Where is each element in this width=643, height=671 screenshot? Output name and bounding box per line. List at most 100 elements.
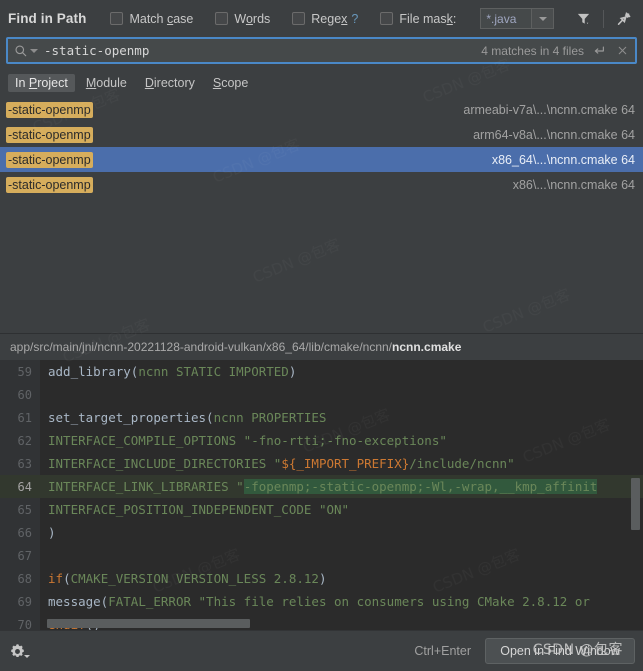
result-path: x86_64\...\ncnn.cmake 64 <box>491 152 635 167</box>
checkbox-words[interactable]: Words <box>215 12 270 26</box>
code-line: 62 INTERFACE_COMPILE_OPTIONS "-fno-rtti;… <box>0 429 643 452</box>
code-line: 63 INTERFACE_INCLUDE_DIRECTORIES "${_IMP… <box>0 452 643 475</box>
match-text: -static-openmp <box>6 126 93 143</box>
code-preview[interactable]: 59 add_library(ncnn STATIC IMPORTED) 60 61 s… <box>0 360 643 630</box>
code-line: 67 <box>0 544 643 567</box>
checkbox-label: Match case <box>129 11 194 26</box>
checkbox-label: Regex <box>311 11 348 26</box>
code-token: /include/ncnn" <box>409 456 515 471</box>
code-line: 59 add_library(ncnn STATIC IMPORTED) <box>0 360 643 383</box>
code-token: INTERFACE_LINK_LIBRARIES <box>48 479 237 494</box>
match-text: -static-openmp <box>6 101 93 118</box>
code-line: 60 <box>0 383 643 406</box>
code-text: INTERFACE_LINK_LIBRARIES "-fopenmp;-stat… <box>40 479 598 494</box>
tab-scope[interactable]: Scope <box>206 74 255 92</box>
checkbox-box[interactable] <box>110 12 124 25</box>
code-token: ) <box>48 525 56 540</box>
settings-button[interactable] <box>8 639 32 663</box>
line-number: 59 <box>17 364 32 379</box>
code-text: add_library(ncnn STATIC IMPORTED) <box>40 364 296 379</box>
checkbox-box[interactable] <box>215 12 229 25</box>
code-line: 61 set_target_properties(ncnn PROPERTIES <box>0 406 643 429</box>
line-number: 61 <box>17 410 32 425</box>
code-token: INTERFACE_COMPILE_OPTIONS <box>48 433 244 448</box>
code-token: set_target_properties( <box>48 410 214 425</box>
filter-button[interactable] <box>572 8 594 30</box>
scope-tabs: In Project Module Directory Scope <box>0 69 643 97</box>
line-number: 63 <box>17 456 32 471</box>
table-row[interactable]: -static-openmp armeabi-v7a\...\ncnn.cmak… <box>0 97 643 122</box>
file-mask-dropdown-button[interactable] <box>532 8 555 29</box>
search-icon[interactable] <box>14 44 28 58</box>
table-row[interactable]: -static-openmp x86_64\...\ncnn.cmake 64 <box>0 147 643 172</box>
pin-button[interactable] <box>613 8 635 30</box>
line-number: 66 <box>17 525 32 540</box>
page-title: Find in Path <box>8 11 87 26</box>
filter-icon <box>577 13 589 24</box>
tab-module[interactable]: Module <box>79 74 134 92</box>
match-count-label: 4 matches in 4 files <box>481 43 584 58</box>
code-token: ( <box>63 571 71 586</box>
code-text: set_target_properties(ncnn PROPERTIES <box>40 410 326 425</box>
line-number: 67 <box>17 548 32 563</box>
code-token: ) <box>318 571 327 586</box>
line-number: 64 <box>17 479 32 494</box>
results-empty-space <box>0 265 643 333</box>
code-lines: 59 add_library(ncnn STATIC IMPORTED) 60 61 s… <box>0 360 643 630</box>
search-history-chevron-icon[interactable] <box>30 48 38 53</box>
result-path: armeabi-v7a\...\ncnn.cmake 64 <box>463 102 635 117</box>
code-line: 64 INTERFACE_LINK_LIBRARIES "-fopenmp;-s… <box>0 475 643 498</box>
chevron-down-icon <box>538 16 547 21</box>
code-token: "ON" <box>318 502 350 517</box>
checkbox-regex[interactable]: Regex ? <box>292 12 358 26</box>
code-line: 66) <box>0 521 643 544</box>
chevron-down-icon <box>23 654 30 658</box>
search-row: -static-openmp 4 matches in 4 files <box>0 37 643 69</box>
clear-search-button[interactable] <box>615 44 629 58</box>
code-token: INTERFACE_INCLUDE_DIRECTORIES <box>48 456 274 471</box>
file-mask-value[interactable]: *.java <box>480 8 533 29</box>
new-line-icon[interactable] <box>592 44 606 58</box>
checkbox-box[interactable] <box>292 12 306 25</box>
checkbox-box[interactable] <box>380 12 394 25</box>
file-mask-combo[interactable]: *.java <box>480 8 555 29</box>
table-row[interactable]: -static-openmp x86\...\ncnn.cmake 64 <box>0 172 643 197</box>
checkbox-match-case[interactable]: Match case <box>110 12 193 26</box>
code-token: ) <box>288 364 297 379</box>
search-field[interactable]: -static-openmp 4 matches in 4 files <box>6 37 637 64</box>
code-token: FATAL_ERROR <box>108 594 199 609</box>
code-text: if(CMAKE_VERSION VERSION_LESS 2.8.12) <box>40 571 326 586</box>
checkbox-file-mask[interactable]: File mask: <box>380 12 456 26</box>
code-token: if <box>48 571 64 586</box>
regex-help-icon[interactable]: ? <box>351 12 358 26</box>
find-toolbar: Find in Path Match case Words Regex ? Fi… <box>0 0 643 37</box>
code-text: message(FATAL_ERROR "This file relies on… <box>40 594 590 609</box>
code-token: "This file relies on consumers using CMa… <box>198 594 590 609</box>
dialog-footer: Ctrl+Enter Open in Find Window <box>0 630 643 671</box>
code-token: ${_IMPORT_PREFIX} <box>281 456 410 471</box>
code-token: ncnn PROPERTIES <box>213 410 327 425</box>
breadcrumb[interactable]: app/src/main/jni/ncnn-20221128-android-v… <box>0 334 643 360</box>
breadcrumb-filename: ncnn.cmake <box>392 340 462 354</box>
search-input[interactable]: -static-openmp <box>44 43 481 58</box>
result-path: x86\...\ncnn.cmake 64 <box>512 177 635 192</box>
tab-directory[interactable]: Directory <box>138 74 202 92</box>
code-text: ) <box>40 525 56 540</box>
code-token: ncnn STATIC IMPORTED <box>138 364 289 379</box>
results-list[interactable]: -static-openmp armeabi-v7a\...\ncnn.cmak… <box>0 97 643 265</box>
code-token: message( <box>48 594 109 609</box>
open-in-find-window-button[interactable]: Open in Find Window <box>485 638 635 664</box>
line-number: 62 <box>17 433 32 448</box>
vertical-scrollbar[interactable] <box>631 478 640 530</box>
code-line: 68 if(CMAKE_VERSION VERSION_LESS 2.8.12) <box>0 567 643 590</box>
code-token: "-fno-rtti;-fno-exceptions" <box>243 433 447 448</box>
code-line: 69 message(FATAL_ERROR "This file relies… <box>0 590 643 613</box>
match-text: -static-openmp <box>6 176 93 193</box>
line-number: 68 <box>17 571 32 586</box>
horizontal-scrollbar[interactable] <box>47 619 250 628</box>
shortcut-hint: Ctrl+Enter <box>414 644 471 658</box>
tab-in-project[interactable]: In Project <box>8 74 75 92</box>
code-token: " <box>236 479 244 494</box>
line-number: 69 <box>17 594 32 609</box>
table-row[interactable]: -static-openmp arm64-v8a\...\ncnn.cmake … <box>0 122 643 147</box>
